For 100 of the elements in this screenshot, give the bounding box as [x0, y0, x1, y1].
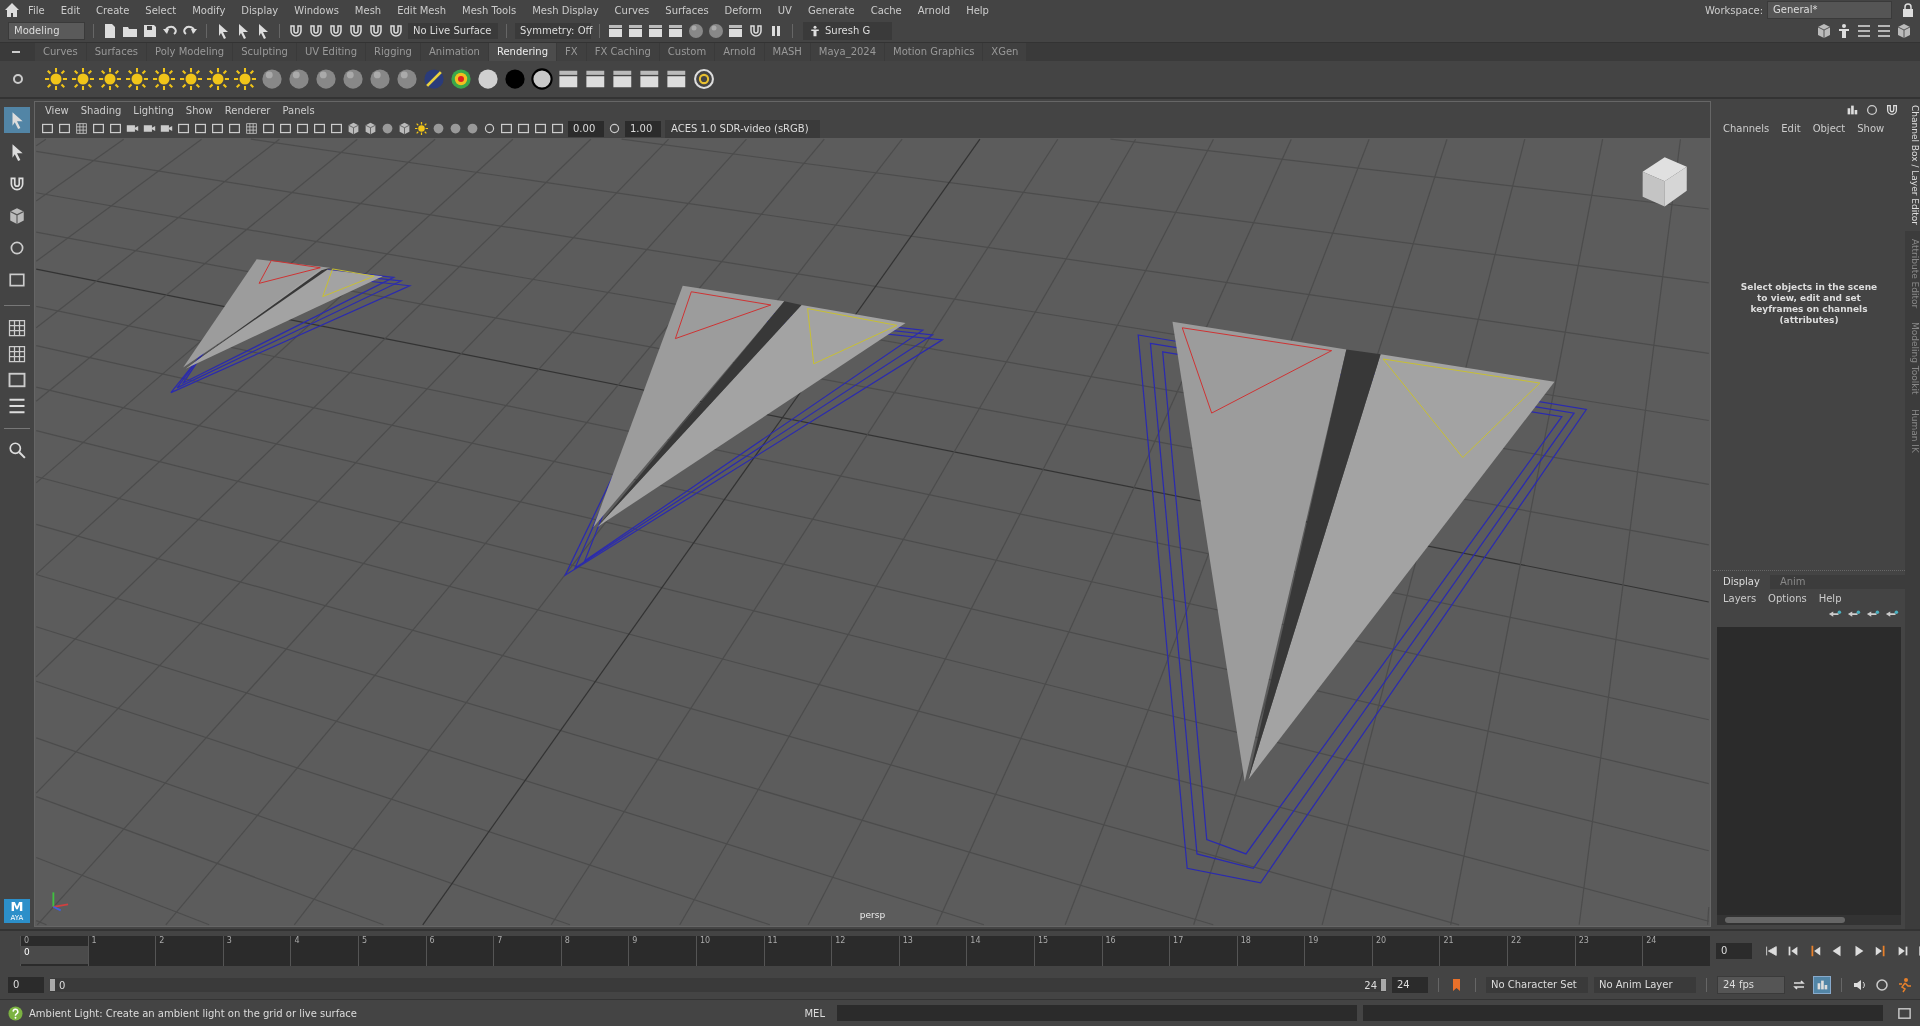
magnet-icon[interactable] [388, 23, 404, 39]
gradient-sphere-icon[interactable] [450, 68, 472, 90]
new-file-icon[interactable] [102, 23, 118, 39]
grid-icon[interactable] [75, 122, 88, 135]
sphere-icon[interactable] [342, 68, 364, 90]
magnet-icon[interactable] [288, 23, 304, 39]
grid-icon[interactable] [245, 122, 258, 135]
user-dropdown[interactable]: Suresh G [803, 22, 892, 40]
menu-item[interactable]: Deform [716, 4, 770, 16]
outliner-icon[interactable] [7, 396, 27, 416]
sphere-icon[interactable] [396, 68, 418, 90]
workspace-dropdown[interactable]: General* [1767, 1, 1892, 19]
skip-start-icon[interactable] [1764, 944, 1778, 958]
square-icon[interactable] [313, 122, 326, 135]
square-icon[interactable] [517, 122, 530, 135]
shelf-tab[interactable]: FX [557, 43, 586, 61]
magnet-icon[interactable] [348, 23, 364, 39]
menu-item[interactable]: Help [958, 4, 997, 16]
square-icon[interactable] [41, 122, 54, 135]
menu-item[interactable]: Mesh [346, 4, 390, 16]
save-icon[interactable] [142, 23, 158, 39]
menu-item[interactable]: Shading [74, 105, 128, 116]
symmetry-field[interactable]: Symmetry: Off [515, 23, 591, 39]
side-tab[interactable]: Attribute Editor [1905, 232, 1920, 315]
camera-icon[interactable] [143, 122, 156, 135]
light-icon[interactable] [207, 68, 229, 90]
menu-item[interactable]: Options [1762, 592, 1813, 604]
shelf-tab[interactable]: Custom [659, 43, 715, 61]
striped-sphere-icon[interactable] [423, 68, 445, 90]
menu-item[interactable]: Cache [862, 4, 910, 16]
menu-item[interactable]: UV [769, 4, 800, 16]
menu-item[interactable]: Create [88, 4, 138, 16]
menu-item[interactable]: File [20, 4, 53, 16]
menu-item[interactable]: Channels [1717, 122, 1776, 134]
sphere-icon[interactable] [369, 68, 391, 90]
magnet-icon[interactable] [748, 23, 764, 39]
layout-icon[interactable] [7, 370, 27, 390]
menu-item[interactable]: Renderer [218, 105, 277, 116]
camera-icon[interactable] [126, 122, 139, 135]
square-icon[interactable] [109, 122, 122, 135]
menu-item[interactable]: Edit [1775, 122, 1807, 134]
square-icon[interactable] [92, 122, 105, 135]
anim-layer-field[interactable]: No Anim Layer [1594, 977, 1696, 993]
light-icon[interactable] [126, 68, 148, 90]
light-icon[interactable] [72, 68, 94, 90]
menu-item[interactable]: Arnold [909, 4, 959, 16]
color-space-dropdown[interactable]: ACES 1.0 SDR-video (sRGB) [665, 119, 820, 138]
current-frame-field[interactable]: 0 [1716, 943, 1752, 959]
menu-item[interactable]: Generate [799, 4, 863, 16]
sphere-icon[interactable] [708, 23, 724, 39]
menu-item[interactable]: Show [179, 105, 219, 116]
square-icon[interactable] [534, 122, 547, 135]
scroll-bar[interactable] [1717, 915, 1901, 925]
square-icon[interactable] [262, 122, 275, 135]
shelf-tab[interactable]: Curves [35, 43, 86, 61]
square-icon[interactable] [500, 122, 513, 135]
menu-item[interactable]: Modify [184, 4, 234, 16]
shelf-tab[interactable]: Motion Graphics [885, 43, 983, 61]
menu-item[interactable]: Surfaces [657, 4, 717, 16]
light-icon[interactable] [99, 68, 121, 90]
exposure-field[interactable]: 0.00 [568, 120, 604, 137]
play-back-icon[interactable] [1830, 944, 1844, 958]
step-back-icon[interactable] [1786, 944, 1800, 958]
menu-item[interactable]: Lighting [127, 105, 180, 116]
cube-icon[interactable] [347, 122, 360, 135]
menu-item[interactable]: Panels [276, 105, 321, 116]
cube-icon[interactable] [1896, 23, 1912, 39]
start-frame-field[interactable]: 0 [8, 977, 44, 993]
menu-item[interactable]: Mesh Tools [454, 4, 525, 16]
side-tab[interactable]: Channel Box / Layer Editor [1905, 99, 1920, 231]
command-language-label[interactable]: MEL [804, 1007, 825, 1019]
square-icon[interactable] [211, 122, 224, 135]
square-icon[interactable] [279, 122, 292, 135]
camera-icon[interactable] [160, 122, 173, 135]
menu-item[interactable]: Edit Mesh [389, 4, 455, 16]
live-surface-field[interactable]: No Live Surface [408, 23, 498, 39]
square-icon[interactable] [177, 122, 190, 135]
person-icon[interactable] [1836, 23, 1852, 39]
target-icon[interactable] [693, 68, 715, 90]
light-icon[interactable] [234, 68, 256, 90]
shelf-tab[interactable]: Maya_2024 [810, 43, 885, 61]
range-slider[interactable]: 0 24 [50, 978, 1386, 992]
shelf-tab[interactable]: UV Editing [296, 43, 366, 61]
shelf-tab[interactable]: Arnold [715, 43, 764, 61]
menu-item[interactable]: Windows [286, 4, 347, 16]
search-icon[interactable] [8, 441, 26, 459]
square-icon[interactable] [194, 122, 207, 135]
runner-icon[interactable] [1896, 977, 1912, 993]
shelf-tab[interactable]: Rigging [366, 43, 420, 61]
menu-item[interactable]: Help [1812, 592, 1848, 604]
sphere-icon[interactable] [466, 122, 479, 135]
menu-item[interactable]: Select [137, 4, 185, 16]
menu-item[interactable]: Display [233, 4, 287, 16]
menu-item[interactable]: Edit [52, 4, 89, 16]
square-icon[interactable] [551, 122, 564, 135]
script-editor-icon[interactable] [1897, 1005, 1912, 1021]
circle-icon[interactable] [1874, 977, 1890, 993]
menu-item[interactable]: Curves [606, 4, 658, 16]
layer-tab[interactable]: Display [1713, 575, 1770, 589]
sphere-icon[interactable] [688, 23, 704, 39]
